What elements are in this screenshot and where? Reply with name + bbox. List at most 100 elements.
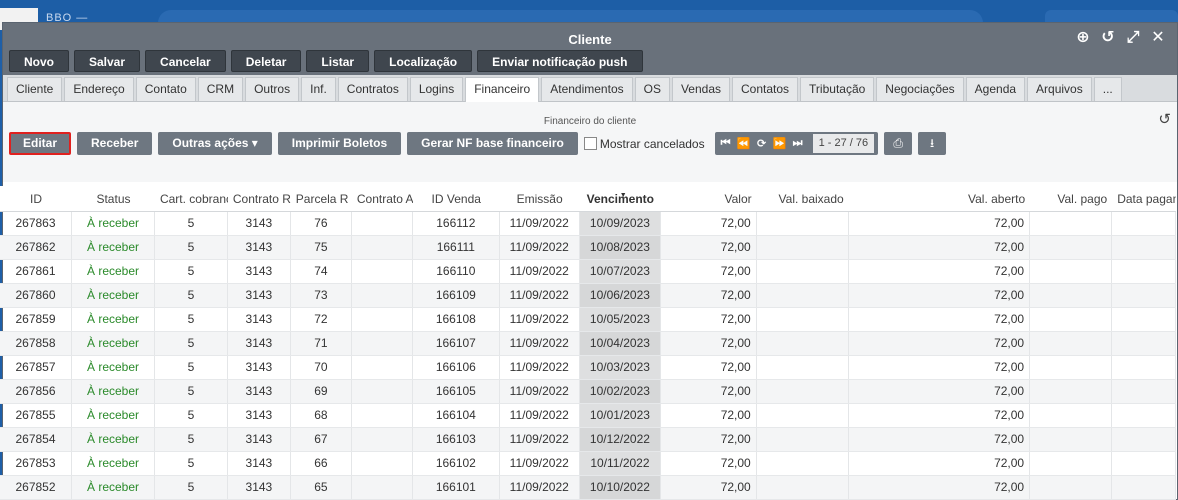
table-row[interactable]: 267855 À receber 5 3143 68 166104 11/09/2022 10… [0,404,1176,428]
cell-parc: 73 [291,284,352,307]
toolbar-button-enviar-notifica-o-push[interactable]: Enviar notificação push [477,50,643,72]
table-row[interactable]: 267862 À receber 5 3143 75 166111 11/09/2022 10… [0,236,1176,260]
other-actions-button[interactable]: Outras ações ▾ [158,132,272,155]
next-page-icon[interactable]: ⏩ [773,137,787,150]
tab-os[interactable]: OS [634,77,670,101]
tab-inf-[interactable]: Inf. [301,77,336,101]
cell-cart: 5 [155,236,228,259]
cell-vp [1030,308,1113,331]
toolbar-button-salvar[interactable]: Salvar [74,50,141,72]
cell-dp [1112,260,1176,283]
cell-parc: 72 [291,308,352,331]
prev-page-icon[interactable]: ⏪ [737,137,751,150]
tab-outros[interactable]: Outros [245,77,300,101]
expand-icon[interactable]: ⤢ [1124,29,1142,47]
cell-id: 267858 [0,332,73,355]
table-row[interactable]: 267860 À receber 5 3143 73 166109 11/09/2022 10… [0,284,1176,308]
cell-id: 267859 [0,308,73,331]
table-row[interactable]: 267853 À receber 5 3143 66 166102 11/09/2022 10… [0,452,1176,476]
cell-emi: 11/09/2022 [500,236,580,259]
cell-venda: 166107 [413,332,500,355]
toolbar-button-deletar[interactable]: Deletar [230,50,302,72]
column-header-status[interactable]: Status [72,186,155,211]
column-header-venc[interactable]: Vencimento ▼ [580,186,661,211]
column-header-venda[interactable]: ID Venda [413,186,500,211]
tab-agenda[interactable]: Agenda [965,77,1026,101]
cell-vb [757,332,849,355]
financeiro-grid: IDStatusCart. cobrançaContrato RParcela … [0,186,1176,500]
last-page-icon[interactable]: ⏭ [791,137,805,150]
column-header-valor[interactable]: Valor [661,186,757,211]
cell-parc: 71 [291,332,352,355]
close-icon[interactable]: ✕ [1149,29,1167,47]
cell-cart: 5 [155,212,228,235]
toolbar-button-novo[interactable]: Novo [9,50,69,72]
column-header-cart[interactable]: Cart. cobrança [155,186,228,211]
refresh-icon[interactable]: ⟳ [755,137,769,150]
cell-valor: 72,00 [661,452,757,475]
cell-venda: 166109 [413,284,500,307]
cell-cart: 5 [155,356,228,379]
table-row[interactable]: 267852 À receber 5 3143 65 166101 11/09/2022 10… [0,476,1176,500]
table-row[interactable]: 267856 À receber 5 3143 69 166105 11/09/2022 10… [0,380,1176,404]
toolbar-button-localiza-o[interactable]: Localização [374,50,473,72]
panel-history-icon[interactable]: ↺ [1158,110,1171,128]
tab-arquivos[interactable]: Arquivos [1027,77,1092,101]
tab-negocia-es[interactable]: Negociações [876,77,964,101]
print-boletos-button[interactable]: Imprimir Boletos [277,132,402,155]
cell-contr: 3143 [228,236,291,259]
history-icon[interactable]: ↺ [1099,29,1117,47]
cell-parc: 75 [291,236,352,259]
tab-financeiro[interactable]: Financeiro [465,77,540,102]
grid-body: 267863 À receber 5 3143 76 166112 11/09/2022 10… [0,212,1176,500]
column-header-va[interactable]: Val. aberto [849,186,1030,211]
table-row[interactable]: 267859 À receber 5 3143 72 166108 11/09/2022 10… [0,308,1176,332]
column-header-parc[interactable]: Parcela R [291,186,352,211]
column-header-vb[interactable]: Val. baixado [757,186,849,211]
cell-contr: 3143 [228,380,291,403]
cell-id: 267855 [0,404,73,427]
download-icon[interactable]: ⭳ [918,132,947,155]
generate-nf-button[interactable]: Gerar NF base financeiro [407,132,578,155]
column-header-dp[interactable]: Data pagamento [1112,186,1176,211]
table-row[interactable]: 267863 À receber 5 3143 76 166112 11/09/2022 10… [0,212,1176,236]
table-row[interactable]: 267854 À receber 5 3143 67 166103 11/09/2022 10… [0,428,1176,452]
column-header-conta[interactable]: Contrato A [352,186,413,211]
column-header-vp[interactable]: Val. pago [1030,186,1112,211]
tab-endere-o[interactable]: Endereço [64,77,134,101]
first-page-icon[interactable]: ⏮ [719,137,733,150]
column-header-id[interactable]: ID [0,186,72,211]
toolbar-button-cancelar[interactable]: Cancelar [145,50,226,72]
column-header-emi[interactable]: Emissão [500,186,580,211]
show-cancelled-toggle[interactable]: Mostrar cancelados [583,137,705,151]
tab-crm[interactable]: CRM [197,77,244,101]
tab-logins[interactable]: Logins [409,77,464,101]
window-controls: ⊕ ↺ ⤢ ✕ [1074,29,1167,47]
tab-more[interactable]: ... [1093,77,1122,101]
cell-vp [1030,332,1113,355]
help-lifebuoy-icon[interactable]: ⊕ [1074,29,1092,47]
tab-contato[interactable]: Contato [135,77,196,101]
tab-tributa-o[interactable]: Tributação [800,77,875,101]
show-cancelled-checkbox[interactable] [583,137,597,150]
tab-contatos[interactable]: Contatos [732,77,799,101]
table-row[interactable]: 267861 À receber 5 3143 74 166110 11/09/2022 10… [0,260,1176,284]
print-icon[interactable]: ⎙ [884,132,913,155]
table-row[interactable]: 267858 À receber 5 3143 71 166107 11/09/2022 10… [0,332,1176,356]
receive-button[interactable]: Receber [77,132,153,155]
tab-vendas[interactable]: Vendas [671,77,731,101]
cell-cart: 5 [155,284,228,307]
cell-vp [1030,380,1113,403]
cell-venda: 166112 [413,212,500,235]
column-header-contr[interactable]: Contrato R [228,186,291,211]
cell-status: À receber [72,260,155,283]
tab-atendimentos[interactable]: Atendimentos [541,77,633,101]
tab-cliente[interactable]: Cliente [7,77,63,101]
edit-button[interactable]: Editar [9,132,72,155]
cell-parc: 74 [291,260,352,283]
table-row[interactable]: 267857 À receber 5 3143 70 166106 11/09/2022 10… [0,356,1176,380]
tab-contratos[interactable]: Contratos [337,77,408,101]
cell-vb [757,404,849,427]
cell-va: 72,00 [849,428,1031,451]
toolbar-button-listar[interactable]: Listar [306,50,370,72]
